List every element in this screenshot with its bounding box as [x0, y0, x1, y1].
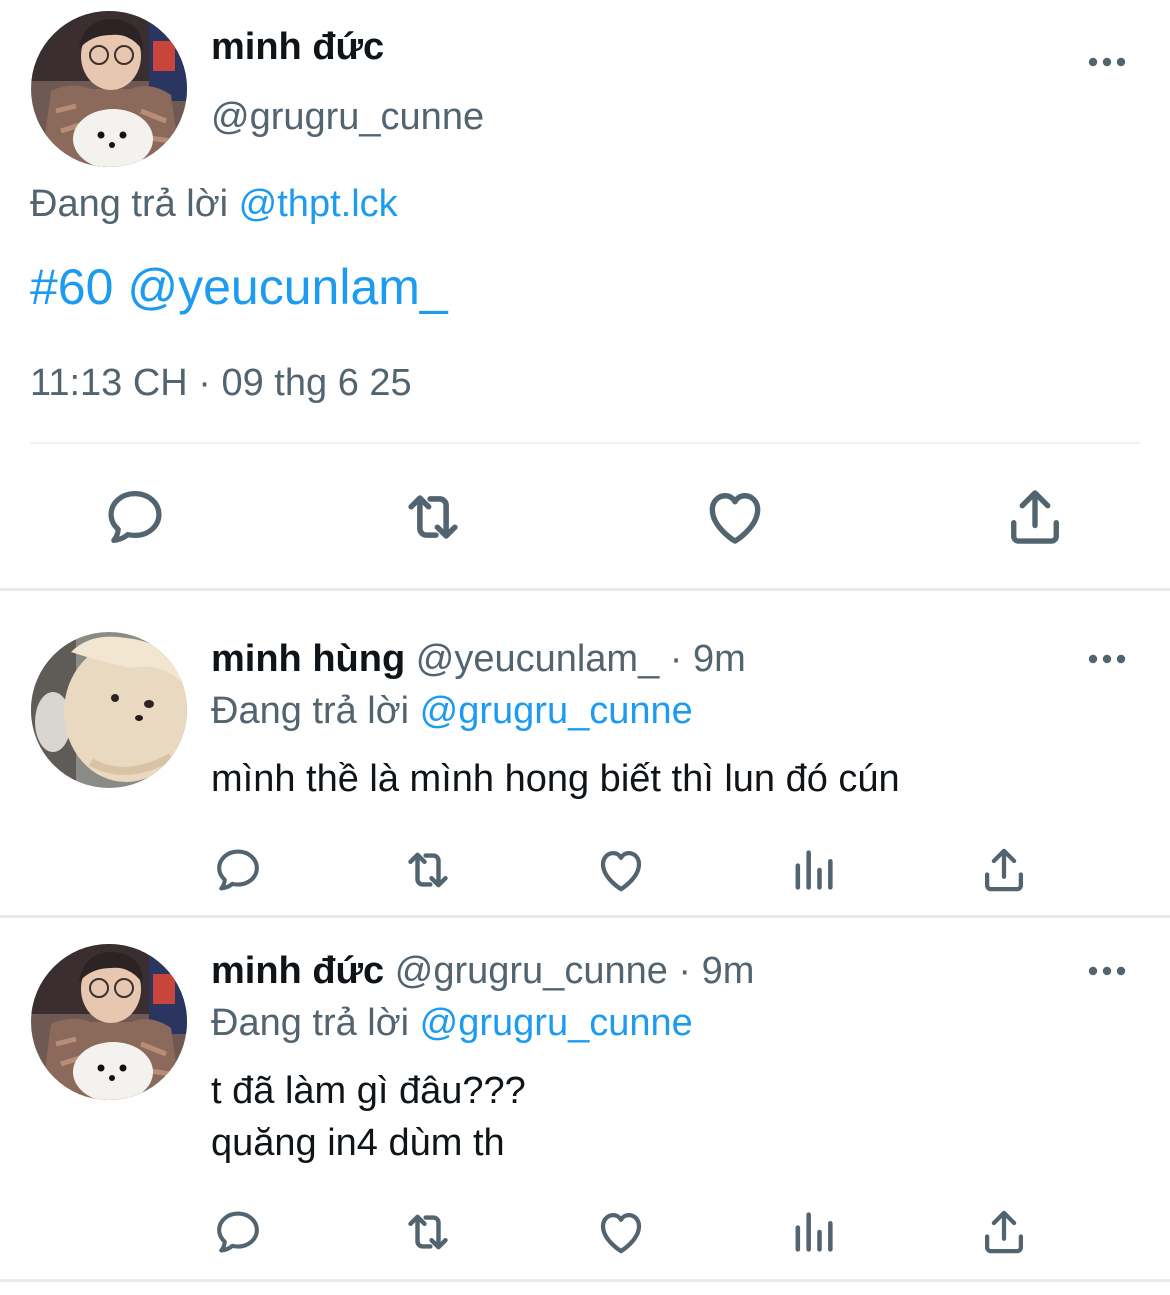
section-separator: [0, 915, 1170, 918]
analytics-button[interactable]: [785, 1204, 841, 1260]
share-button[interactable]: [976, 1204, 1032, 1260]
tweet-text: t đã làm gì đâu??? quăng in4 dùm th: [211, 1070, 526, 1164]
heart-icon: [594, 1205, 648, 1259]
more-options-button[interactable]: [1087, 639, 1127, 679]
replying-to: Đang trả lời @thpt.lck: [30, 183, 398, 226]
retweet-button[interactable]: [398, 482, 468, 552]
reply-button[interactable]: [210, 1204, 266, 1260]
more-options-icon: [1087, 965, 1127, 977]
share-icon: [977, 843, 1031, 897]
replying-to-link[interactable]: @grugru_cunne: [420, 690, 693, 732]
avatar[interactable]: [31, 944, 187, 1100]
handle[interactable]: @grugru_cunne: [395, 950, 668, 992]
avatar-image: [31, 944, 187, 1100]
replying-to: Đang trả lời @grugru_cunne: [211, 690, 693, 733]
analytics-icon: [787, 844, 839, 896]
replying-to-link[interactable]: @thpt.lck: [239, 183, 398, 225]
section-separator: [0, 1279, 1170, 1282]
share-button[interactable]: [976, 842, 1032, 898]
relative-time[interactable]: · 9m: [678, 950, 754, 992]
like-button[interactable]: [700, 482, 770, 552]
reply-button[interactable]: [100, 482, 170, 552]
timestamp[interactable]: 11:13 CH · 09 thg 6 25: [30, 362, 412, 405]
section-separator: [0, 588, 1170, 591]
retweet-button[interactable]: [400, 842, 456, 898]
replying-label: Đang trả lời: [211, 690, 410, 732]
retweet-icon: [400, 1204, 456, 1260]
reply-icon: [212, 844, 264, 896]
share-icon: [977, 1205, 1031, 1259]
tweet-text: #60 @yeucunlam_: [30, 258, 448, 316]
display-name[interactable]: minh đức: [211, 950, 384, 992]
avatar[interactable]: [31, 11, 187, 167]
reply-button[interactable]: [210, 842, 266, 898]
mention-link[interactable]: @yeucunlam_: [127, 259, 447, 315]
more-options-button[interactable]: [1087, 951, 1127, 991]
hashtag-link[interactable]: #60: [30, 259, 113, 315]
retweet-icon: [400, 842, 456, 898]
retweet-icon: [398, 482, 468, 552]
avatar-image: [31, 632, 187, 788]
divider: [30, 442, 1140, 444]
like-button[interactable]: [593, 1204, 649, 1260]
more-options-button[interactable]: [1087, 42, 1127, 82]
retweet-button[interactable]: [400, 1204, 456, 1260]
display-name[interactable]: minh đức: [211, 26, 384, 69]
handle[interactable]: @grugru_cunne: [211, 96, 484, 139]
display-name[interactable]: minh hùng: [211, 638, 405, 680]
handle[interactable]: @yeucunlam_: [416, 638, 659, 680]
replying-label: Đang trả lời: [211, 1002, 410, 1044]
analytics-button[interactable]: [785, 842, 841, 898]
more-options-icon: [1087, 653, 1127, 665]
avatar-image: [31, 11, 187, 167]
reply-icon: [102, 484, 168, 550]
reply-icon: [212, 1206, 264, 1258]
heart-icon: [701, 483, 769, 551]
replying-to: Đang trả lời @grugru_cunne: [211, 1002, 693, 1045]
like-button[interactable]: [593, 842, 649, 898]
share-button[interactable]: [1000, 482, 1070, 552]
reply-header: minh đức @grugru_cunne · 9m: [211, 950, 754, 993]
replying-label: Đang trả lời: [30, 183, 229, 225]
reply-header: minh hùng @yeucunlam_ · 9m: [211, 638, 746, 681]
tweet-text: mình thề là mình hong biết thì lun đó cú…: [211, 758, 900, 800]
avatar[interactable]: [31, 632, 187, 788]
more-options-icon: [1087, 56, 1127, 68]
analytics-icon: [787, 1206, 839, 1258]
relative-time[interactable]: · 9m: [670, 638, 746, 680]
share-icon: [1001, 483, 1069, 551]
replying-to-link[interactable]: @grugru_cunne: [420, 1002, 693, 1044]
heart-icon: [594, 843, 648, 897]
